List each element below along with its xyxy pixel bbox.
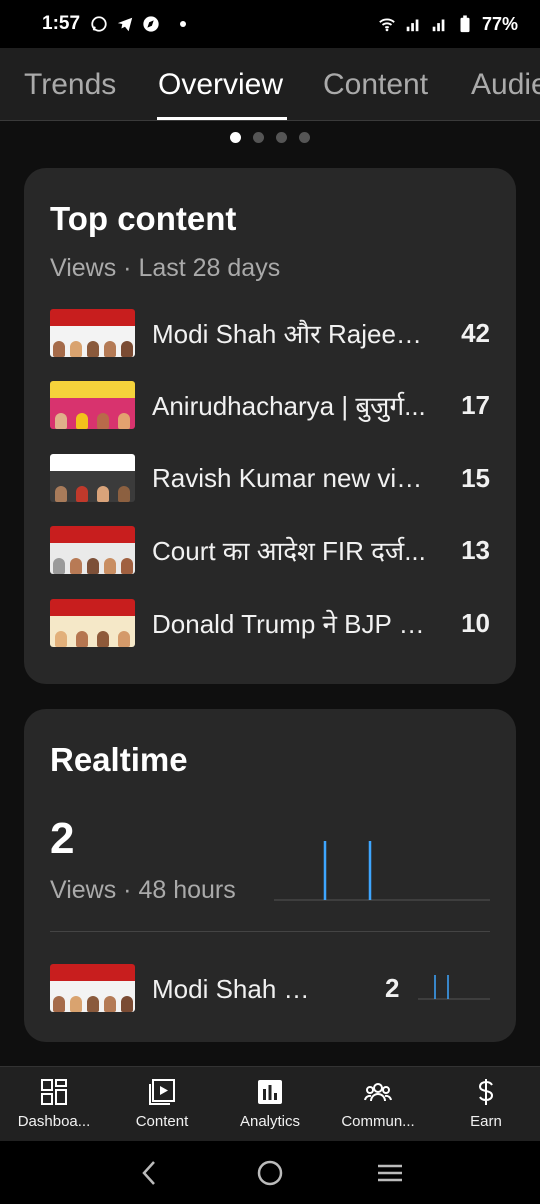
video-thumbnail [50,454,135,502]
pager-dot[interactable] [230,132,241,143]
nav-dashboard[interactable]: Dashboa... [0,1067,108,1141]
realtime-views-value: 2 [50,814,75,863]
back-icon[interactable] [135,1158,165,1188]
list-item[interactable]: Donald Trump ने BJP को... 10 [50,598,490,648]
view-count: 2 [385,972,400,1003]
nav-earn[interactable]: Earn [432,1067,540,1141]
pager-dot[interactable] [253,132,264,143]
tab-trends[interactable]: Trends [24,68,116,102]
nav-label: Content [135,1113,189,1130]
nav-content[interactable]: Content [108,1067,216,1141]
video-thumbnail [50,309,135,357]
status-time: 1:57 [42,13,81,34]
video-thumbnail [50,599,135,647]
pager-dots [0,132,540,143]
divider [50,931,490,932]
content-icon [149,1079,175,1105]
wifi-icon [379,18,395,32]
pager-dot[interactable] [276,132,287,143]
nav-analytics[interactable]: Analytics [216,1067,324,1141]
nav-label: Analytics [239,1113,301,1130]
video-title: Anirudhacharya | बुजुर्ग... [152,391,426,421]
tab-overview[interactable]: Overview [158,68,283,102]
view-count: 42 [461,317,490,348]
battery-icon [460,15,470,33]
analytics-icon [258,1080,282,1104]
tab-audience[interactable]: Audience [471,68,540,102]
battery-percent: 77% [481,13,518,34]
status-bar: 1:57 77% [0,0,540,48]
community-icon [364,1083,392,1102]
status-system-icons: 77% [378,14,518,35]
realtime-views-caption: Views · 48 hours [50,876,236,904]
sparkline-chart [418,975,490,1000]
view-count: 10 [461,607,490,638]
notification-dot-icon [180,21,187,27]
home-icon[interactable] [255,1158,285,1188]
video-title: Donald Trump ने BJP को... [152,609,432,639]
signal-icon [406,19,419,32]
list-item[interactable]: Anirudhacharya | बुजुर्ग... 17 [50,380,490,430]
view-count: 13 [461,534,490,565]
nav-label: Dashboa... [17,1113,91,1130]
system-nav-bar [0,1141,540,1204]
video-title: Modi Shah और Rajeev Kumar... [152,319,432,349]
whatsapp-icon [91,16,107,32]
dashboard-icon [41,1079,67,1105]
video-title: Court का आदेश FIR दर्ज... [152,536,426,566]
top-content-card[interactable]: Top content Views · Last 28 days Modi Sh… [24,168,516,684]
nav-community[interactable]: Commun... [324,1067,432,1141]
tab-bar: Trends Overview Content Audience [0,48,540,121]
video-thumbnail [50,964,135,1012]
signal-icon-2 [432,19,445,32]
video-title: Modi Shah और Rajeev Kumar... [152,974,317,1004]
bottom-nav: Dashboa... Content Analytics Commun... E… [0,1066,540,1141]
recents-icon[interactable] [375,1158,405,1188]
card-subtitle: Views · Last 28 days [50,254,281,282]
realtime-chart [274,841,490,901]
list-item[interactable]: Ravish Kumar new video... 15 [50,453,490,503]
tab-content[interactable]: Content [323,68,428,102]
card-title: Realtime [50,741,188,778]
status-notification-icons [90,15,160,33]
video-thumbnail [50,381,135,429]
video-title: Ravish Kumar new video... [152,462,432,493]
nav-label: Commun... [341,1113,415,1130]
active-tab-indicator [157,117,287,120]
telegram-icon [117,17,133,32]
view-count: 15 [461,462,490,493]
card-title: Top content [50,200,237,237]
dollar-icon [478,1079,494,1105]
list-item[interactable]: Court का आदेश FIR दर्ज... 13 [50,525,490,575]
list-item[interactable]: Modi Shah और Rajeev Kumar... 2 [50,963,490,1013]
view-count: 17 [461,389,490,420]
compass-icon [143,16,159,32]
realtime-card[interactable]: Realtime 2 Views · 48 hours Modi Shah और… [24,709,516,1042]
list-item[interactable]: Modi Shah और Rajeev Kumar... 42 [50,308,490,358]
video-thumbnail [50,526,135,574]
nav-label: Earn [470,1113,502,1130]
pager-dot[interactable] [299,132,310,143]
